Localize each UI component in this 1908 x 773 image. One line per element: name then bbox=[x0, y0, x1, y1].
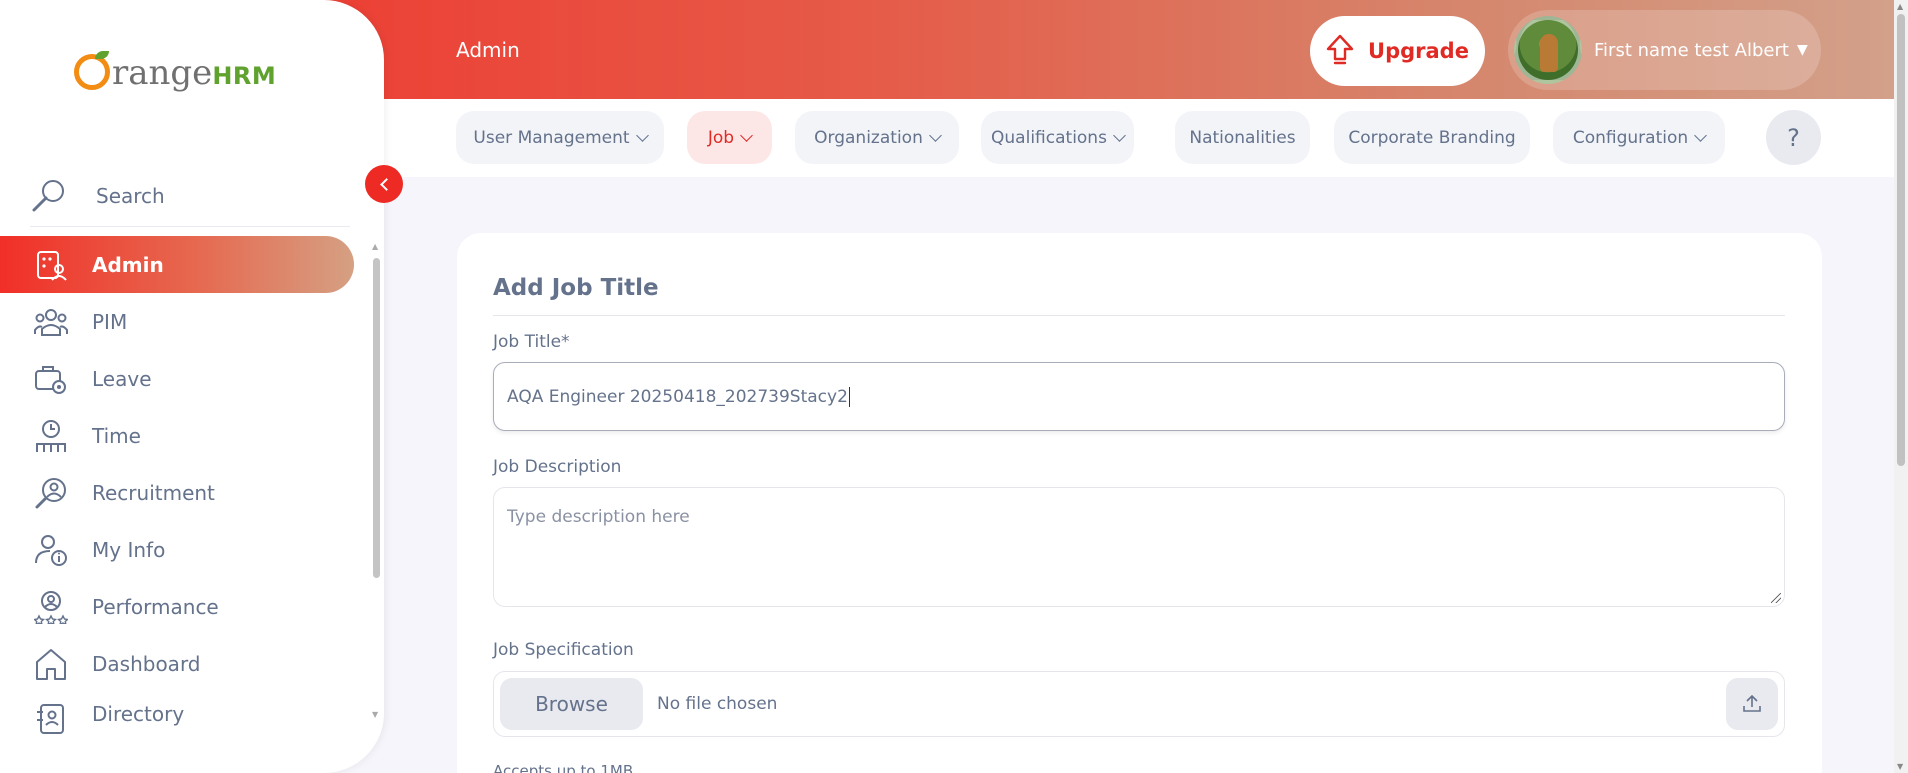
tab-configuration[interactable]: Configuration bbox=[1553, 111, 1725, 164]
tab-qualifications[interactable]: Qualifications bbox=[981, 111, 1134, 164]
sidebar-item-admin[interactable]: Admin bbox=[0, 236, 354, 293]
scroll-up-icon[interactable]: ▲ bbox=[1897, 2, 1903, 11]
time-icon bbox=[34, 419, 68, 453]
orangehrm-logo[interactable]: range HRM bbox=[74, 48, 276, 93]
sidebar-item-my-info[interactable]: My Info bbox=[0, 521, 354, 578]
pim-icon bbox=[34, 305, 68, 339]
tab-organization[interactable]: Organization bbox=[795, 111, 959, 164]
user-name: First name test Albert bbox=[1594, 39, 1789, 61]
directory-icon bbox=[34, 702, 68, 734]
sidebar-item-label: Leave bbox=[92, 366, 152, 391]
search-icon bbox=[32, 179, 64, 211]
sidebar-item-pim[interactable]: PIM bbox=[0, 293, 354, 350]
scrollbar-thumb[interactable] bbox=[373, 258, 380, 578]
upload-icon bbox=[1743, 695, 1761, 712]
browse-button[interactable]: Browse bbox=[500, 678, 643, 730]
chevron-down-icon bbox=[740, 128, 753, 142]
sidebar-item-label: Performance bbox=[92, 594, 219, 619]
text-caret bbox=[848, 386, 850, 407]
chevron-left-icon bbox=[379, 177, 393, 191]
recruitment-icon bbox=[34, 476, 68, 510]
tab-corporate-branding[interactable]: Corporate Branding bbox=[1334, 111, 1530, 164]
job-description-textarea[interactable]: Type description here bbox=[493, 487, 1785, 607]
upload-button[interactable] bbox=[1726, 678, 1778, 730]
tab-label: Corporate Branding bbox=[1348, 127, 1516, 148]
scroll-down-icon[interactable]: ▼ bbox=[1897, 762, 1903, 771]
sidebar-item-label: Dashboard bbox=[92, 651, 201, 676]
my-info-icon bbox=[34, 533, 68, 567]
no-file-chosen-text: No file chosen bbox=[657, 694, 778, 714]
tab-label: Configuration bbox=[1572, 127, 1689, 148]
search-label: Search bbox=[96, 183, 165, 208]
sidebar-item-label: Admin bbox=[92, 252, 164, 277]
tab-label: Organization bbox=[814, 127, 923, 148]
sidebar-search[interactable]: Search bbox=[30, 165, 350, 227]
sidebar-collapse-button[interactable] bbox=[365, 165, 403, 203]
resize-handle-icon[interactable] bbox=[1771, 593, 1781, 603]
sidebar-scrollbar[interactable]: ▲ ▼ bbox=[371, 242, 381, 722]
tab-label: User Management bbox=[473, 127, 630, 148]
sidebar-item-label: PIM bbox=[92, 309, 128, 334]
user-menu[interactable]: First name test Albert ▼ bbox=[1508, 10, 1821, 90]
sidebar-item-label: Directory bbox=[92, 702, 185, 726]
sidebar-item-label: My Info bbox=[92, 537, 166, 562]
tab-nationalities[interactable]: Nationalities bbox=[1175, 111, 1310, 164]
logo-orange-icon bbox=[74, 51, 110, 90]
tab-user-management[interactable]: User Management bbox=[456, 111, 664, 164]
tab-job[interactable]: Job bbox=[687, 111, 772, 164]
scroll-down-icon[interactable]: ▼ bbox=[372, 710, 378, 719]
sidebar-item-label: Time bbox=[92, 423, 141, 448]
sidebar-item-performance[interactable]: Performance bbox=[0, 578, 354, 635]
sidebar-item-label: Recruitment bbox=[92, 480, 215, 505]
admin-icon bbox=[34, 248, 68, 282]
add-job-title-card: Add Job Title Job Title* AQA Engineer 20… bbox=[457, 233, 1822, 773]
tab-label: Job bbox=[707, 127, 735, 148]
logo-hrm-text: HRM bbox=[212, 62, 277, 90]
tab-label: Qualifications bbox=[991, 127, 1107, 148]
job-description-placeholder: Type description here bbox=[507, 507, 690, 527]
tab-label: Nationalities bbox=[1189, 127, 1296, 148]
caret-down-icon: ▼ bbox=[1796, 42, 1808, 58]
sidebar-item-recruitment[interactable]: Recruitment bbox=[0, 464, 354, 521]
sidebar: range HRM Search Admin PIM Leave Time Re… bbox=[0, 0, 384, 773]
job-specification-label: Job Specification bbox=[493, 640, 634, 660]
chevron-down-icon bbox=[635, 128, 649, 142]
page-scrollbar[interactable]: ▲ ▼ bbox=[1894, 0, 1908, 773]
upgrade-arrow-icon bbox=[1326, 34, 1354, 65]
chevron-down-icon bbox=[1694, 128, 1708, 142]
divider bbox=[493, 315, 1785, 316]
sidebar-item-directory[interactable]: Directory bbox=[0, 692, 354, 734]
performance-icon bbox=[34, 590, 68, 624]
file-size-note: Accepts up to 1MB bbox=[493, 762, 634, 773]
leave-icon bbox=[34, 362, 68, 396]
job-description-label: Job Description bbox=[493, 457, 622, 477]
job-title-label: Job Title* bbox=[493, 332, 570, 352]
job-title-value: AQA Engineer 20250418_202739Stacy2 bbox=[507, 386, 848, 407]
sidebar-item-dashboard[interactable]: Dashboard bbox=[0, 635, 354, 692]
sidebar-item-time[interactable]: Time bbox=[0, 407, 354, 464]
chevron-down-icon bbox=[1113, 128, 1126, 142]
form-title: Add Job Title bbox=[493, 275, 659, 301]
upgrade-label: Upgrade bbox=[1368, 39, 1469, 63]
upgrade-button[interactable]: Upgrade bbox=[1310, 16, 1485, 86]
avatar bbox=[1514, 16, 1582, 84]
job-title-input[interactable]: AQA Engineer 20250418_202739Stacy2 bbox=[493, 362, 1785, 431]
page-title: Admin bbox=[456, 38, 520, 62]
scroll-up-icon[interactable]: ▲ bbox=[372, 242, 378, 251]
scrollbar-thumb[interactable] bbox=[1897, 14, 1905, 466]
job-specification-file-input[interactable]: Browse No file chosen bbox=[493, 671, 1785, 737]
sidebar-item-leave[interactable]: Leave bbox=[0, 350, 354, 407]
dashboard-icon bbox=[34, 647, 68, 681]
logo-text: range bbox=[112, 53, 213, 93]
sidebar-menu: Admin PIM Leave Time Recruitment My Info… bbox=[0, 236, 354, 734]
help-button[interactable]: ? bbox=[1766, 110, 1821, 165]
chevron-down-icon bbox=[928, 128, 942, 142]
